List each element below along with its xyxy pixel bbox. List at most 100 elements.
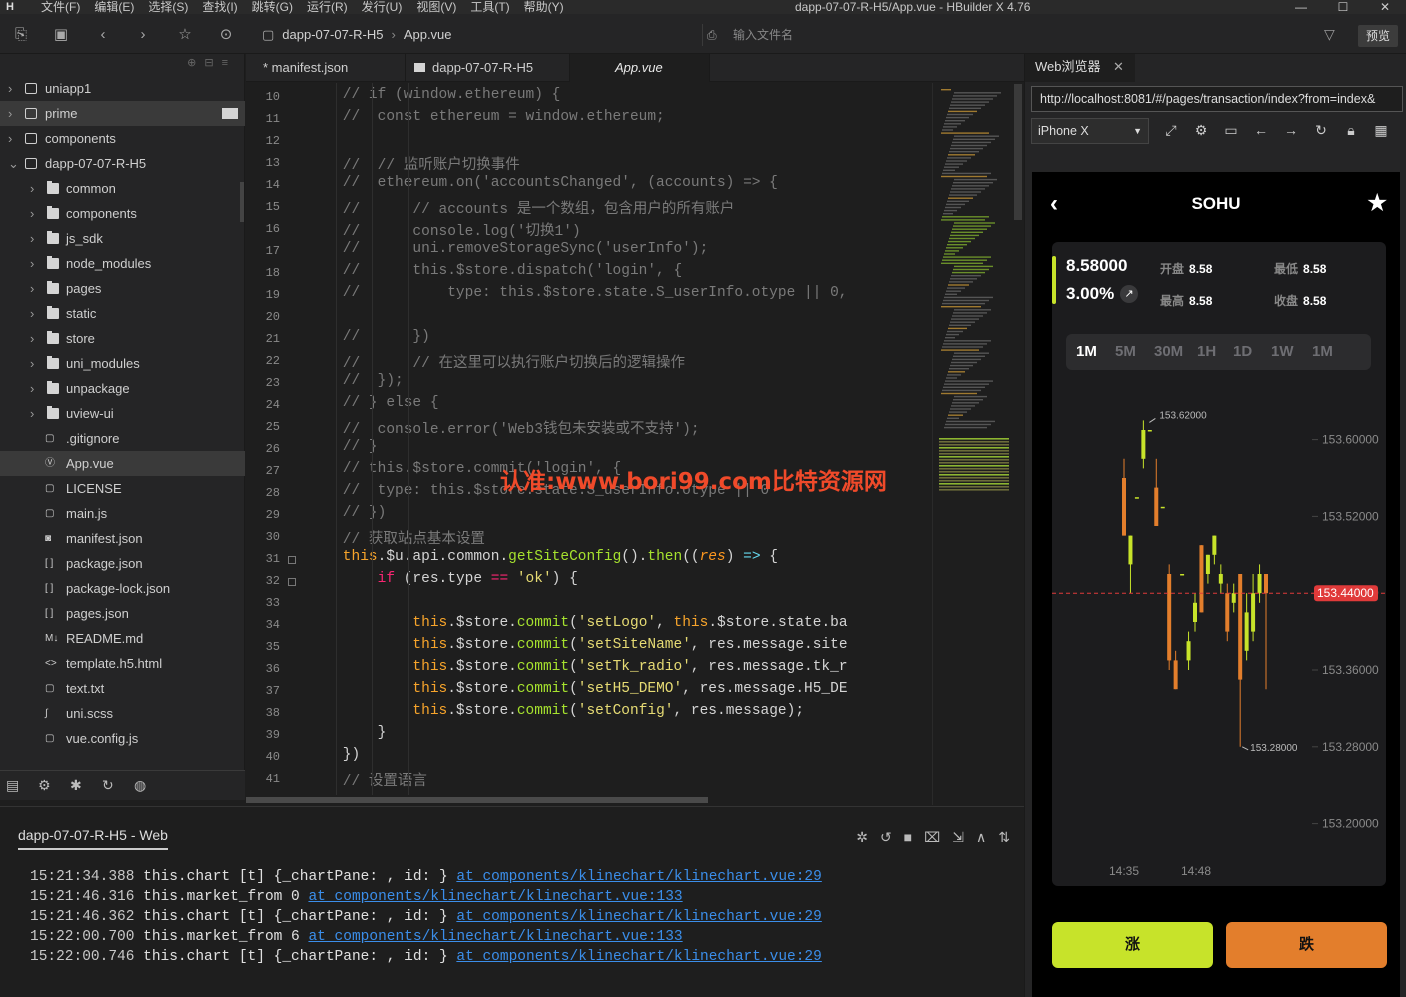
settings-gear-icon[interactable]: ⚙ xyxy=(1191,122,1211,139)
tree-item[interactable]: ◙ manifest.json xyxy=(0,526,245,551)
bookmark-star-icon[interactable]: ☆ xyxy=(176,26,194,44)
tree-item[interactable]: › pages xyxy=(0,276,245,301)
tree-item[interactable]: › store xyxy=(0,326,245,351)
clear-console-icon[interactable]: ⌧ xyxy=(924,829,940,846)
url-input[interactable]: http://localhost:8081/#/pages/transactio… xyxy=(1031,86,1403,112)
preview-button[interactable]: 预览 xyxy=(1358,25,1398,47)
tree-item[interactable]: › uview-ui xyxy=(0,401,245,426)
tree-item[interactable]: › prime xyxy=(0,101,245,126)
tree-item[interactable]: › unpackage xyxy=(0,376,245,401)
code-editor[interactable]: 10 11 12 13 14 15 16 17 18 19 20 21 22 23 24 25 26 27 28 29… xyxy=(246,83,932,795)
menu-item[interactable]: 发行(U) xyxy=(355,0,410,14)
back-icon[interactable]: ‹ xyxy=(94,26,112,44)
chevron-right-icon[interactable]: › xyxy=(30,376,34,401)
kline-chart[interactable]: 153.60000 153.52000 153.44000 153.36000 153.… xyxy=(1052,382,1386,882)
tree-item[interactable]: ▢ vue.config.js xyxy=(0,726,245,751)
log-source-link[interactable]: at components/klinechart/klinechart.vue:… xyxy=(456,909,821,925)
tree-item[interactable]: [ ] package.json xyxy=(0,551,245,576)
file-search-input[interactable]: ⎙ 输入文件名 xyxy=(702,24,1002,46)
menu-item[interactable]: 帮助(Y) xyxy=(517,0,571,14)
stop-icon[interactable]: ■ xyxy=(904,829,912,846)
scroll-thumb[interactable] xyxy=(246,797,708,803)
buy-up-button[interactable]: 涨 xyxy=(1052,922,1213,968)
period-tab[interactable]: 1M xyxy=(1076,334,1097,370)
close-icon[interactable]: ✕ xyxy=(1364,0,1406,14)
tree-item[interactable]: › components xyxy=(0,201,245,226)
minimap-scrollbar[interactable] xyxy=(1014,84,1022,220)
tree-item[interactable]: › js_sdk xyxy=(0,226,245,251)
export-icon[interactable]: ⇲ xyxy=(952,829,964,846)
fold-toggle-icon[interactable] xyxy=(288,556,296,564)
new-file-icon[interactable]: ⎘ xyxy=(12,26,30,44)
debug-icon[interactable]: ✲ xyxy=(856,829,868,846)
chevron-right-icon[interactable]: › xyxy=(30,326,34,351)
lock-icon[interactable]: 🔒︎ xyxy=(1341,122,1361,139)
sell-down-button[interactable]: 跌 xyxy=(1226,922,1387,968)
forward-arrow-icon[interactable]: → xyxy=(1281,122,1301,139)
menu-item[interactable]: 查找(I) xyxy=(195,0,244,14)
plugin-icon[interactable]: ⚙ xyxy=(38,777,51,794)
menu-item[interactable]: 选择(S) xyxy=(141,0,195,14)
restart-icon[interactable]: ↺ xyxy=(880,829,892,846)
menu-item[interactable]: 编辑(E) xyxy=(87,0,141,14)
forward-icon[interactable]: › xyxy=(134,26,152,44)
period-tab[interactable]: 1M xyxy=(1312,334,1333,370)
tree-item[interactable]: ▢ main.js xyxy=(0,501,245,526)
tree-item[interactable]: [ ] package-lock.json xyxy=(0,576,245,601)
browser-tab[interactable]: Web浏览器 ✕ xyxy=(1025,54,1135,82)
tree-item[interactable]: ⌄ dapp-07-07-R-H5 xyxy=(0,151,245,176)
minimap[interactable] xyxy=(932,83,1024,805)
editor-horizontal-scrollbar[interactable] xyxy=(246,795,932,805)
log-source-link[interactable]: at components/klinechart/klinechart.vue:… xyxy=(456,869,821,885)
refresh-icon[interactable]: ↻ xyxy=(102,777,114,794)
menu-item[interactable]: 工具(T) xyxy=(463,0,516,14)
device-select[interactable]: iPhone X ▼ xyxy=(1031,118,1149,144)
tree-item[interactable]: ▢ .gitignore xyxy=(0,426,245,451)
tree-item[interactable]: › components xyxy=(0,126,245,151)
menu-item[interactable]: 运行(R) xyxy=(300,0,355,14)
tab-manifest[interactable]: * manifest.json xyxy=(246,54,406,82)
period-tab[interactable]: 1D xyxy=(1233,334,1252,370)
chevron-right-icon[interactable]: › xyxy=(30,276,34,301)
chevron-right-icon[interactable]: › xyxy=(8,76,12,101)
tree-item[interactable]: <> template.h5.html xyxy=(0,651,245,676)
console-title[interactable]: dapp-07-07-R-H5 - Web xyxy=(18,827,168,850)
maximize-icon[interactable]: ☐ xyxy=(1322,0,1364,14)
period-tab[interactable]: 1H xyxy=(1197,334,1216,370)
chevron-right-icon[interactable]: › xyxy=(30,351,34,376)
menu-item[interactable]: 视图(V) xyxy=(409,0,463,14)
debug-bug-icon[interactable]: ✱ xyxy=(70,777,82,794)
save-icon[interactable]: ▣ xyxy=(52,26,70,44)
chevron-right-icon[interactable]: › xyxy=(30,301,34,326)
chevron-right-icon[interactable]: › xyxy=(8,126,12,151)
log-source-link[interactable]: at components/klinechart/klinechart.vue:… xyxy=(308,929,682,945)
log-source-link[interactable]: at components/klinechart/klinechart.vue:… xyxy=(456,949,821,965)
close-tab-icon[interactable]: ✕ xyxy=(1113,54,1124,80)
swap-icon[interactable]: ⇅ xyxy=(998,829,1010,846)
period-tab[interactable]: 1W xyxy=(1271,334,1294,370)
qr-icon[interactable]: ▦ xyxy=(1371,122,1391,139)
tab-project[interactable]: dapp-07-07-R-H5 xyxy=(406,54,570,82)
tab-app-vue[interactable]: App.vue xyxy=(570,54,710,82)
chevron-right-icon[interactable]: › xyxy=(8,101,12,126)
tree-item[interactable]: M↓ README.md xyxy=(0,626,245,651)
tree-item[interactable]: › common xyxy=(0,176,245,201)
tree-item[interactable]: › uni_modules xyxy=(0,351,245,376)
menu-icon[interactable]: ≡ xyxy=(222,57,236,69)
collapse-icon[interactable]: ⊟ xyxy=(204,57,221,69)
breadcrumb-file[interactable]: App.vue xyxy=(404,27,452,43)
tree-item[interactable]: [ ] pages.json xyxy=(0,601,245,626)
log-source-link[interactable]: at components/klinechart/klinechart.vue:… xyxy=(308,889,682,905)
explorer-scrollbar[interactable] xyxy=(240,182,244,222)
tree-item[interactable]: ∫ uni.scss xyxy=(0,701,245,726)
chevron-down-icon[interactable]: ⌄ xyxy=(8,151,19,176)
chevron-right-icon[interactable]: › xyxy=(30,201,34,226)
tree-item[interactable]: › node_modules xyxy=(0,251,245,276)
screenshot-icon[interactable]: ⤢ xyxy=(1161,122,1181,139)
menu-item[interactable]: 跳转(G) xyxy=(245,0,300,14)
chevron-right-icon[interactable]: › xyxy=(30,251,34,276)
reload-icon[interactable]: ↻ xyxy=(1311,122,1331,139)
fold-toggle-icon[interactable] xyxy=(288,578,296,586)
period-tab[interactable]: 5M xyxy=(1115,334,1136,370)
chevron-right-icon[interactable]: › xyxy=(30,226,34,251)
